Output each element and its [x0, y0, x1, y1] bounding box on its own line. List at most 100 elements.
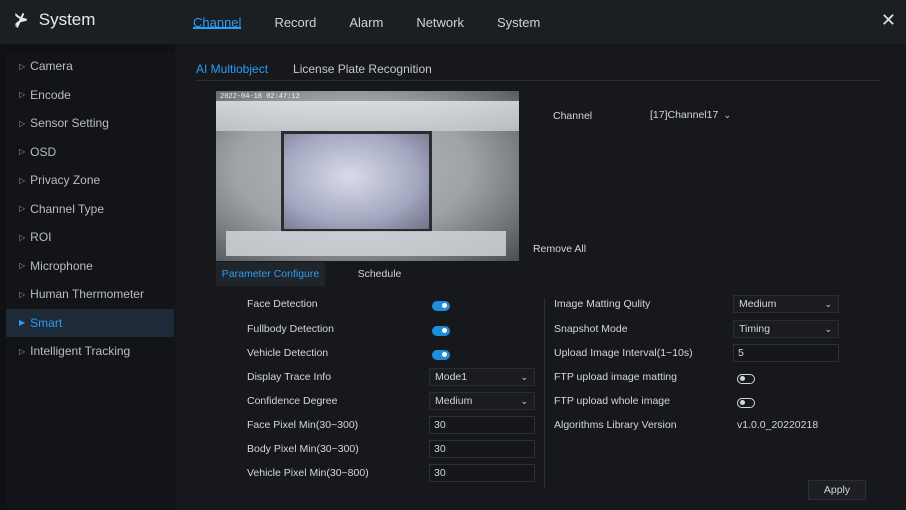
ftp-image-matting-label: FTP upload image matting: [554, 371, 677, 383]
vehicle-detection-label: Vehicle Detection: [247, 347, 329, 359]
ftp-image-matting-toggle[interactable]: [737, 374, 755, 384]
upload-interval-label: Upload Image Interval(1~10s): [554, 347, 693, 359]
sidebar-item-label: Encode: [30, 87, 71, 102]
sidebar-item-label: OSD: [30, 144, 57, 159]
vehicle-pixel-min-input[interactable]: 30: [429, 464, 535, 482]
triangle-right-icon: ▷: [19, 232, 26, 242]
channel-label: Channel: [553, 110, 593, 122]
triangle-right-icon: ▷: [19, 90, 26, 100]
algorithms-version-value: v1.0.0_20220218: [737, 419, 819, 431]
app-title: System: [38, 10, 96, 29]
triangle-right-icon: ▷: [19, 175, 26, 185]
preview-image: [216, 101, 519, 131]
top-tabs: Channel Record Alarm Network System: [193, 0, 573, 44]
subtab-license-plate-recognition[interactable]: License Plate Recognition: [293, 62, 432, 80]
triangle-right-icon: ▷: [19, 346, 26, 356]
tab-system[interactable]: System: [497, 0, 540, 30]
tab-alarm[interactable]: Alarm: [349, 0, 383, 30]
chevron-down-icon: ⌄: [824, 324, 832, 334]
sidebar-item-label: Sensor Setting: [30, 116, 109, 131]
app-logo: ⊁ System: [14, 10, 95, 30]
display-trace-info-value: Mode1: [435, 371, 468, 383]
subtab-ai-multiobject[interactable]: AI Multiobject: [196, 62, 268, 80]
upload-interval-input[interactable]: 5: [733, 344, 839, 362]
triangle-right-icon: ▷: [19, 147, 26, 157]
column-divider: [544, 298, 545, 488]
parameter-tabs: Parameter Configure Schedule: [216, 262, 435, 286]
tab-channel[interactable]: Channel: [193, 0, 242, 30]
confidence-degree-label: Confidence Degree: [247, 395, 338, 407]
divider: [196, 80, 881, 81]
sidebar-item-privacy-zone[interactable]: ▷ Privacy Zone: [6, 166, 174, 195]
sidebar-item-label: Smart: [30, 315, 63, 330]
snapshot-mode-select[interactable]: Timing ⌄: [733, 320, 839, 338]
sidebar-item-roi[interactable]: ▷ ROI: [6, 223, 174, 252]
image-matting-quality-label: Image Matting Qulity: [554, 298, 651, 310]
sidebar-item-camera[interactable]: ▷ Camera: [6, 52, 174, 81]
display-trace-info-select[interactable]: Mode1 ⌄: [429, 368, 535, 386]
sidebar-item-label: Camera: [30, 59, 73, 74]
fullbody-detection-label: Fullbody Detection: [247, 323, 334, 335]
apply-button[interactable]: Apply: [808, 480, 866, 500]
triangle-right-icon: ▷: [19, 204, 26, 214]
sidebar-item-label: Channel Type: [30, 201, 104, 216]
sidebar-item-label: ROI: [30, 230, 52, 245]
sidebar-item-channel-type[interactable]: ▷ Channel Type: [6, 195, 174, 224]
sidebar-item-microphone[interactable]: ▷ Microphone: [6, 252, 174, 281]
body-pixel-min-input[interactable]: 30: [429, 440, 535, 458]
vehicle-detection-toggle[interactable]: [432, 350, 450, 360]
ftp-whole-image-toggle[interactable]: [737, 398, 755, 408]
tab-schedule[interactable]: Schedule: [325, 262, 434, 286]
image-matting-quality-select[interactable]: Medium ⌄: [733, 295, 839, 313]
face-detection-toggle[interactable]: [432, 301, 450, 311]
chevron-down-icon: ⌄: [723, 110, 731, 120]
sidebar-item-label: Privacy Zone: [30, 173, 101, 188]
sidebar-item-label: Microphone: [30, 258, 93, 273]
preview-image: [226, 231, 506, 256]
fullbody-detection-toggle[interactable]: [432, 326, 450, 336]
triangle-right-icon: ▷: [19, 289, 26, 299]
sub-tabs: AI Multiobject License Plate Recognition: [196, 62, 457, 80]
face-pixel-min-input[interactable]: 30: [429, 416, 535, 434]
display-trace-info-label: Display Trace Info: [247, 371, 332, 383]
chevron-down-icon: ⌄: [520, 396, 528, 406]
algorithms-version-label: Algorithms Library Version: [554, 419, 677, 431]
triangle-right-icon: ▷: [19, 118, 26, 128]
confidence-degree-select[interactable]: Medium ⌄: [429, 392, 535, 410]
sidebar-item-human-thermometer[interactable]: ▷ Human Thermometer: [6, 280, 174, 309]
sidebar-item-encode[interactable]: ▷ Encode: [6, 81, 174, 110]
triangle-right-icon: ▷: [19, 61, 26, 71]
preview-timestamp: 2022-04-18 02:47:12: [220, 93, 300, 101]
camera-preview[interactable]: 2022-04-18 02:47:12: [216, 91, 519, 261]
sidebar-item-label: Intelligent Tracking: [30, 344, 131, 359]
close-icon[interactable]: ✕: [881, 10, 896, 31]
chevron-down-icon: ⌄: [520, 372, 528, 382]
sidebar-item-intelligent-tracking[interactable]: ▷ Intelligent Tracking: [6, 337, 174, 366]
ftp-whole-image-label: FTP upload whole image: [554, 395, 670, 407]
logo-icon: ⊁: [14, 10, 29, 29]
snapshot-mode-label: Snapshot Mode: [554, 323, 628, 335]
sidebar-item-smart[interactable]: ▶ Smart: [6, 308, 174, 337]
tab-parameter-configure[interactable]: Parameter Configure: [216, 262, 325, 286]
confidence-degree-value: Medium: [435, 395, 473, 407]
vehicle-pixel-min-label: Vehicle Pixel Min(30~800): [247, 467, 369, 479]
tab-record[interactable]: Record: [274, 0, 316, 30]
body-pixel-min-label: Body Pixel Min(30~300): [247, 443, 359, 455]
remove-all-button[interactable]: Remove All: [531, 240, 588, 260]
sidebar-item-osd[interactable]: ▷ OSD: [6, 138, 174, 167]
sidebar: ▷ Camera ▷ Encode ▷ Sensor Setting ▷ OSD ▷ Pr…: [6, 52, 174, 510]
title-bar: ⊁ System Channel Record Alarm Network Sy…: [0, 0, 906, 44]
image-matting-quality-value: Medium: [739, 298, 777, 310]
sidebar-item-sensor-setting[interactable]: ▷ Sensor Setting: [6, 109, 174, 138]
triangle-right-filled-icon: ▶: [19, 318, 26, 328]
channel-select-value: [17]Channel17: [650, 109, 719, 121]
sidebar-item-label: Human Thermometer: [30, 287, 144, 302]
triangle-right-icon: ▷: [19, 261, 26, 271]
chevron-down-icon: ⌄: [824, 299, 832, 309]
snapshot-mode-value: Timing: [739, 323, 771, 335]
main-panel: AI Multiobject License Plate Recognition…: [175, 44, 906, 510]
channel-select[interactable]: [17]Channel17 ⌄: [645, 107, 737, 125]
tab-network[interactable]: Network: [416, 0, 464, 30]
face-pixel-min-label: Face Pixel Min(30~300): [247, 419, 359, 431]
face-detection-label: Face Detection: [247, 298, 318, 310]
